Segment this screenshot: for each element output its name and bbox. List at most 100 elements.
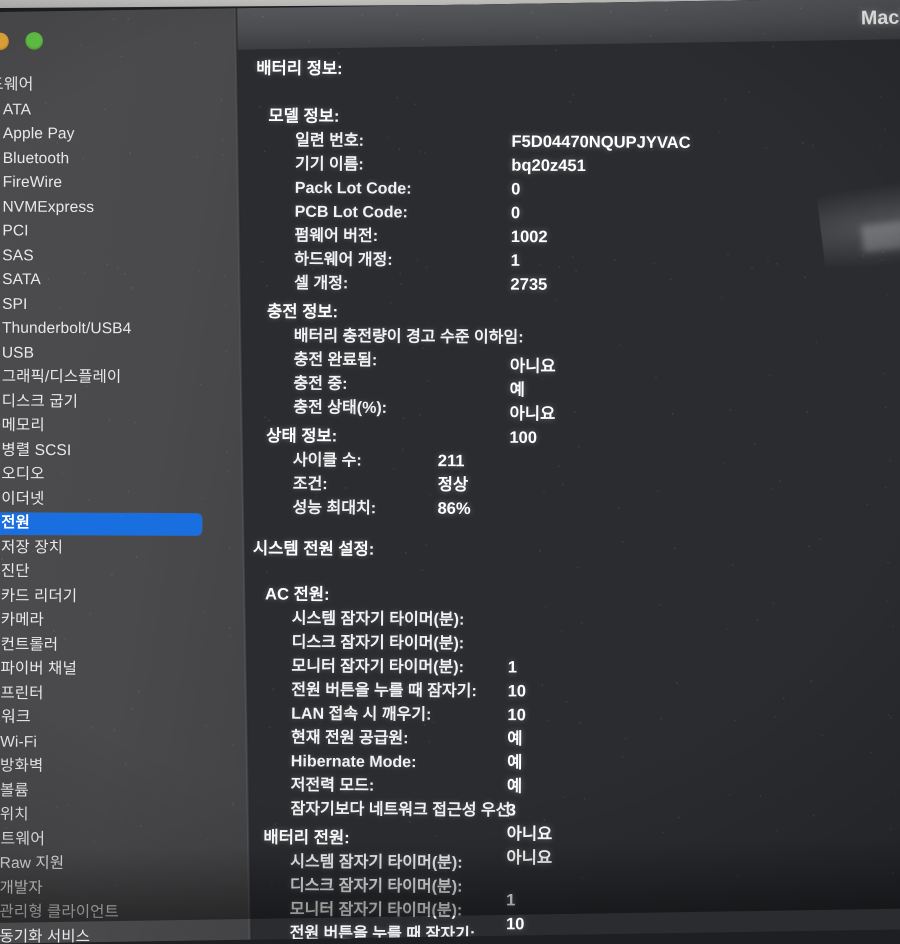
- info-value: 1: [510, 252, 520, 270]
- minimize-button[interactable]: [0, 32, 9, 51]
- sidebar-item-label: 프린터: [0, 684, 44, 702]
- window-title: MacBook: [860, 6, 900, 30]
- sidebar-item-20[interactable]: 진단: [0, 559, 233, 585]
- sidebar-item-14[interactable]: 메모리: [0, 413, 233, 439]
- sidebar-item-7[interactable]: SAS: [0, 243, 234, 269]
- photographed-screen:  시스템 정보 파일 편집 윈도우 도움말 하드웨어ATAApple PayB…: [0, 0, 900, 944]
- sidebar-list: 하드웨어 ATA Apple Pay Bluetooth FireWire NVMExpr…: [0, 73, 235, 944]
- sidebar-item-2[interactable]: Apple Pay: [0, 121, 235, 147]
- sidebar-item-0[interactable]: 하드웨어: [0, 73, 235, 99]
- zoom-button[interactable]: [25, 31, 44, 50]
- sidebar-item-9[interactable]: SPI: [0, 292, 234, 318]
- info-key: 셀 개정:: [294, 274, 349, 293]
- power-report: 배터리 정보: 모델 정보: 일련 번호: F5D04470NQUPJYVAC 기기 이…: [237, 54, 900, 940]
- sidebar-item-24[interactable]: 파이버 채널: [0, 656, 232, 682]
- sidebar-item-6[interactable]: PCI: [0, 219, 234, 245]
- info-row: 셀 개정: 2735: [237, 271, 900, 300]
- info-key: 전원 버튼을 누를 때 잠자기:: [291, 681, 477, 701]
- sidebar-item-33[interactable]: 개발자: [0, 875, 231, 901]
- info-key: 전원 버튼을 누를 때 잠자기:: [289, 924, 476, 940]
- info-key: 시스템 잠자기 타이머(분):: [291, 609, 465, 629]
- info-key: 현재 전원 공급원:: [290, 728, 409, 748]
- sidebar-item-label: 파이버 채널: [0, 659, 77, 678]
- sidebar-item-23[interactable]: 컨트롤러: [0, 632, 232, 658]
- sidebar: 하드웨어 ATA Apple Pay Bluetooth FireWire NVMExpr…: [0, 8, 249, 944]
- sidebar-item-label: 메모리: [1, 416, 45, 435]
- sidebar-item-11[interactable]: USB: [0, 340, 234, 366]
- sidebar-item-label: USB: [1, 343, 35, 362]
- sidebar-item-label: 그래픽/디스플레이: [1, 367, 122, 386]
- info-key: 하드웨어 개정:: [294, 250, 393, 270]
- sidebar-item-label: 관리형 클라이언트: [0, 902, 119, 922]
- sidebar-item-label: 저장 장치: [0, 538, 64, 557]
- sidebar-item-19[interactable]: 저장 장치: [0, 535, 233, 561]
- info-key: LAN 접속 시 깨우기:: [291, 705, 432, 724]
- system-information-window: 하드웨어 ATA Apple Pay Bluetooth FireWire NVMExpr…: [0, 0, 900, 944]
- sidebar-item-label: 위치: [0, 805, 29, 824]
- sidebar-item-1[interactable]: ATA: [0, 97, 235, 123]
- sidebar-item-label: Raw 지원: [0, 854, 65, 873]
- info-row: 충전 상태(%): 100: [237, 395, 900, 447]
- sidebar-item-label: 방화벽: [0, 757, 44, 775]
- sidebar-item-32[interactable]: Raw 지원: [0, 851, 232, 877]
- sidebar-item-26[interactable]: ⌄네트워크: [0, 705, 232, 731]
- sidebar-item-35[interactable]: 동기화 서비스: [0, 924, 231, 944]
- info-key: Pack Lot Code:: [294, 179, 412, 198]
- info-value: 아니요: [506, 825, 553, 844]
- window-controls[interactable]: [0, 31, 44, 51]
- sidebar-item-17[interactable]: 이더넷: [0, 486, 233, 512]
- sidebar-item-label: 카드 리더기: [0, 586, 78, 605]
- sidebar-item-10[interactable]: Thunderbolt/USB4: [0, 316, 234, 342]
- info-value: 1002: [510, 228, 548, 247]
- sidebar-item-4[interactable]: FireWire: [0, 170, 235, 196]
- info-key: 디스크 잠자기 타이머(분):: [291, 633, 465, 653]
- info-key: 사이클 수:: [292, 451, 362, 470]
- sidebar-item-34[interactable]: 관리형 클라이언트: [0, 900, 231, 926]
- info-key: 배터리 충전량이 경고 수준 이하임:: [293, 327, 524, 347]
- sidebar-item-label: 소프트웨어: [0, 829, 46, 848]
- info-value: 0: [510, 204, 521, 223]
- sidebar-item-28[interactable]: 방화벽: [0, 754, 232, 780]
- info-value: 2: [506, 936, 515, 941]
- info-key: 모니터 잠자기 타이머(분):: [289, 900, 463, 920]
- info-value: 86%: [437, 500, 471, 519]
- info-key: 일련 번호:: [295, 131, 365, 150]
- sidebar-item-label: 진단: [0, 562, 30, 581]
- info-value: bq20z451: [511, 157, 586, 176]
- sidebar-item-18[interactable]: 전원: [0, 511, 233, 537]
- info-key: 잠자기보다 네트워크 접근성 우선:: [290, 800, 516, 820]
- selection-highlight: [0, 512, 202, 535]
- info-value: 211: [437, 452, 465, 471]
- info-key: 충전 중:: [293, 375, 348, 393]
- sidebar-item-label: 개발자: [0, 878, 43, 897]
- sidebar-item-13[interactable]: 디스크 굽기: [0, 389, 234, 415]
- sidebar-item-15[interactable]: 병렬 SCSI: [0, 438, 233, 464]
- sidebar-item-8[interactable]: SATA: [0, 267, 234, 293]
- sidebar-item-label: NVMExpress: [2, 197, 95, 216]
- sidebar-item-27[interactable]: Wi-Fi: [0, 729, 232, 755]
- sidebar-item-31[interactable]: ⌄소프트웨어: [0, 827, 232, 853]
- sidebar-item-3[interactable]: Bluetooth: [0, 146, 235, 172]
- sidebar-item-5[interactable]: NVMExpress: [0, 194, 234, 220]
- sidebar-item-label: 컨트롤러: [0, 635, 59, 654]
- info-key: 조건:: [292, 475, 328, 494]
- sidebar-item-label: SATA: [2, 270, 41, 289]
- sidebar-item-22[interactable]: 카메라: [0, 608, 233, 634]
- info-value: 정상: [437, 476, 469, 495]
- sidebar-item-label: 이더넷: [1, 489, 45, 508]
- sidebar-item-29[interactable]: 볼륨: [0, 778, 232, 804]
- info-key: 충전 완료됨:: [293, 351, 378, 370]
- sidebar-item-label: 카메라: [0, 611, 44, 629]
- sidebar-item-21[interactable]: 카드 리더기: [0, 583, 233, 609]
- sidebar-item-16[interactable]: 오디오: [0, 462, 233, 488]
- system-power-heading: 시스템 전원 설정:: [252, 540, 375, 559]
- sidebar-item-25[interactable]: 프린터: [0, 681, 232, 707]
- info-key: PCB Lot Code:: [294, 203, 408, 222]
- sidebar-item-label: PCI: [2, 221, 29, 240]
- sidebar-item-12[interactable]: 그래픽/디스플레이: [0, 365, 234, 391]
- info-value: F5D04470NQUPJYVAC: [511, 133, 691, 153]
- window-title-bar[interactable]: MacBook: [237, 0, 900, 50]
- sidebar-item-label: 볼륨: [0, 781, 29, 800]
- sidebar-item-30[interactable]: 위치: [0, 802, 232, 828]
- sidebar-item-label: 전원: [1, 513, 30, 532]
